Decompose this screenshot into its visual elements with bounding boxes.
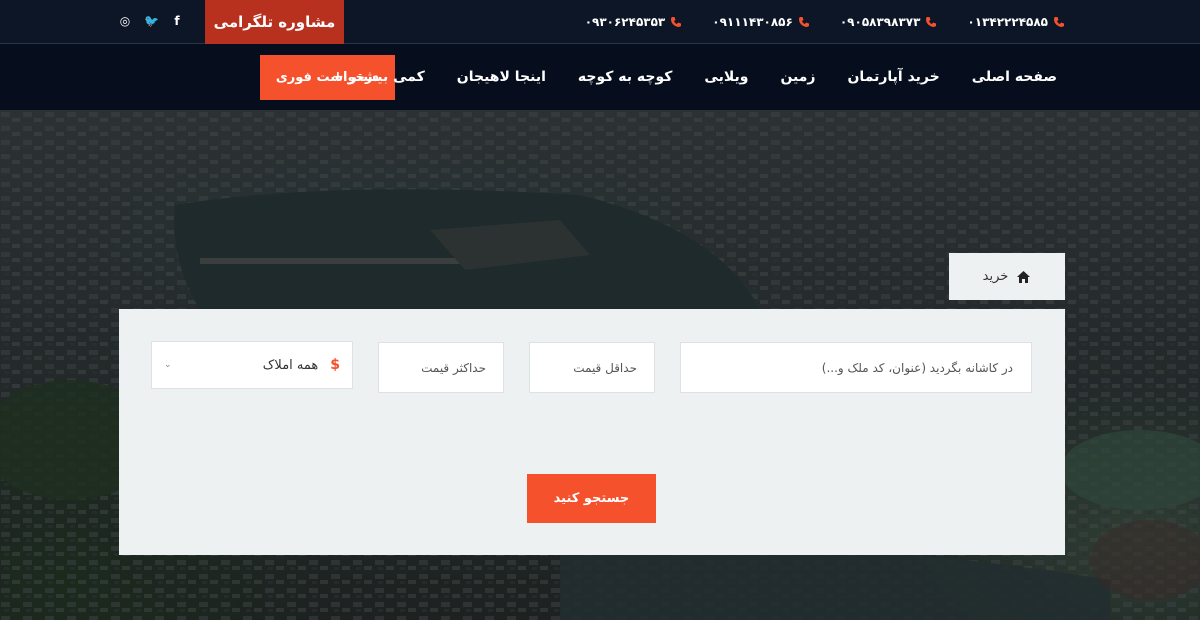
keyword-placeholder: در کاشانه بگردید (عنوان، کد ملک و...) xyxy=(821,360,1013,375)
property-type-select[interactable]: ⌄ $ همه املاک xyxy=(151,341,353,389)
phone-item[interactable]: ۰۹۳۰۶۲۴۵۳۵۳ xyxy=(585,15,683,29)
menu-item-villa[interactable]: ویلایی xyxy=(704,69,748,85)
phone-item[interactable]: ۰۹۱۱۱۴۳۰۸۵۶ xyxy=(712,15,810,29)
telegram-consult-button[interactable]: مشاوره تلگرامی xyxy=(205,0,344,44)
phone-number: ۰۱۳۴۲۲۲۴۵۸۵ xyxy=(967,15,1048,29)
breadcrumb-label: خرید xyxy=(982,269,1009,284)
home-icon xyxy=(1017,270,1031,283)
main-menu: صفحه اصلی خرید آپارتمان زمین ویلایی کوچه… xyxy=(332,44,1057,110)
keyword-search-input[interactable]: در کاشانه بگردید (عنوان، کد ملک و...) xyxy=(680,342,1032,393)
phone-item[interactable]: ۰۹۰۵۸۳۹۸۳۷۳ xyxy=(840,15,938,29)
min-price-placeholder: حداقل قیمت xyxy=(573,360,637,375)
phone-icon xyxy=(671,17,682,27)
menu-item-buy-apartment[interactable]: خرید آپارتمان xyxy=(847,69,939,85)
main-navbar: درخواست فوری صفحه اصلی خرید آپارتمان زمی… xyxy=(0,44,1200,110)
facebook-icon[interactable]: f xyxy=(170,14,184,28)
phone-icon xyxy=(926,17,937,27)
search-button[interactable]: جستجو کنید xyxy=(527,474,656,523)
menu-item-here-lahijan[interactable]: اینجا لاهیجان xyxy=(457,69,546,85)
chevron-down-icon: ⌄ xyxy=(164,360,172,370)
property-type-value: همه املاک xyxy=(262,357,319,373)
phone-list: ۰۱۳۴۲۲۲۴۵۸۵ ۰۹۰۵۸۳۹۸۳۷۳ ۰۹۱۱۱۴۳۰۸۵۶ ۰۹۳۰… xyxy=(585,0,1065,44)
breadcrumb[interactable]: خرید xyxy=(949,253,1065,300)
property-type-value-wrap: $ همه املاک xyxy=(263,357,340,373)
phone-number: ۰۹۳۰۶۲۴۵۳۵۳ xyxy=(584,15,666,29)
dollar-icon: $ xyxy=(330,357,340,373)
menu-item-land[interactable]: زمین xyxy=(780,69,815,85)
menu-item-home[interactable]: صفحه اصلی xyxy=(972,69,1057,85)
menu-item-more[interactable]: کمی بیشتر + xyxy=(332,69,425,85)
phone-number: ۰۹۱۱۱۴۳۰۸۵۶ xyxy=(712,15,793,29)
instagram-icon[interactable]: ◎ xyxy=(118,14,132,28)
phone-icon xyxy=(798,17,809,27)
max-price-placeholder: حداکثر قیمت xyxy=(421,360,486,375)
menu-item-street-by-street[interactable]: کوچه به کوچه xyxy=(578,69,673,85)
max-price-input[interactable]: حداکثر قیمت xyxy=(378,342,504,393)
phone-icon xyxy=(1054,17,1064,27)
top-info-bar: ◎ 🐦 f مشاوره تلگرامی ۰۱۳۴۲۲۲۴۵۸۵ ۰۹۰۵۸۳۹… xyxy=(0,0,1200,44)
social-links: ◎ 🐦 f xyxy=(118,14,184,28)
search-panel: در کاشانه بگردید (عنوان، کد ملک و...) حد… xyxy=(119,309,1065,555)
phone-number: ۰۹۰۵۸۳۹۸۳۷۳ xyxy=(839,15,921,29)
twitter-icon[interactable]: 🐦 xyxy=(144,14,159,28)
phone-item[interactable]: ۰۱۳۴۲۲۲۴۵۸۵ xyxy=(967,15,1065,29)
min-price-input[interactable]: حداقل قیمت xyxy=(529,342,655,393)
